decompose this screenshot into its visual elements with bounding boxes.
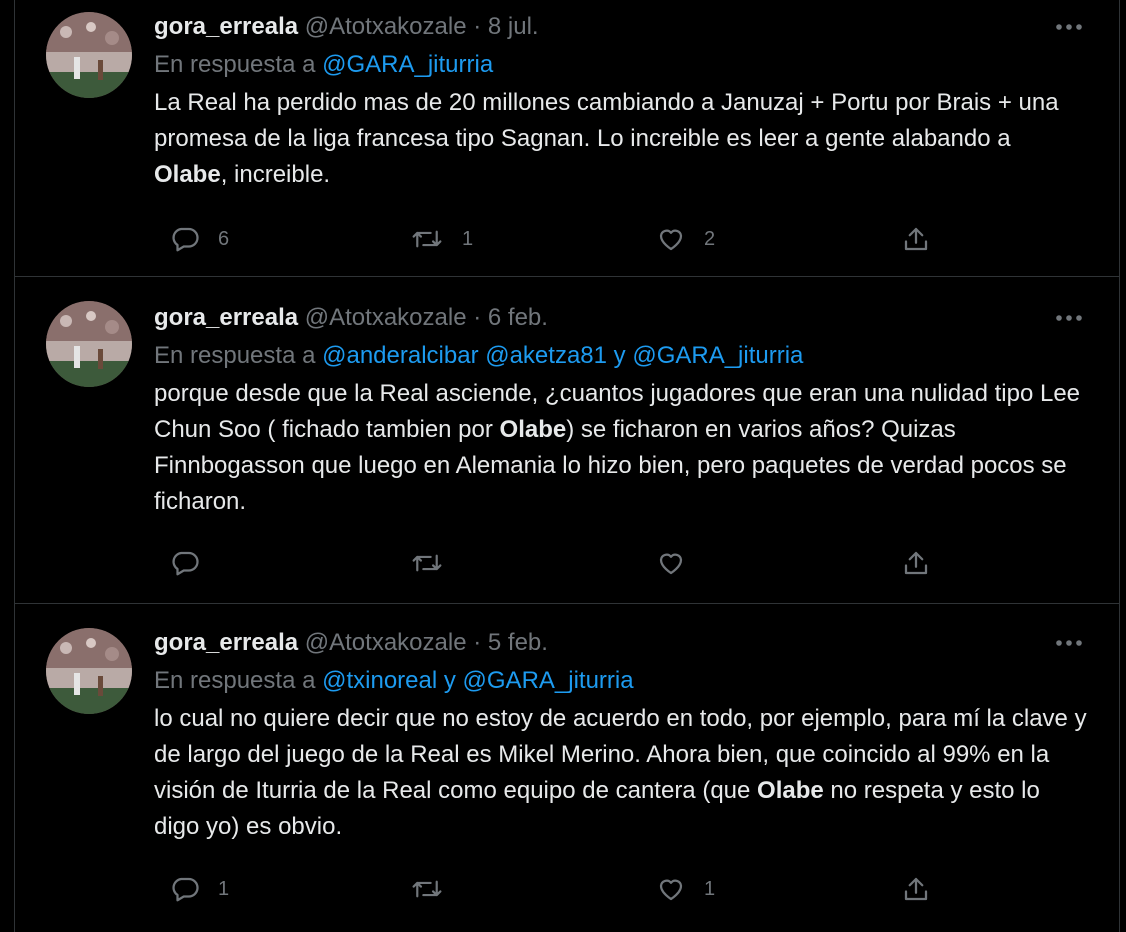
speech-bubble-icon (170, 224, 200, 254)
tweet-date[interactable]: 8 jul. (488, 13, 539, 40)
tweet[interactable]: gora_erreala @Atotxakozale · 5 feb. En r… (15, 604, 1119, 932)
reply-mentions[interactable]: @anderalcibar @aketza81 y @GARA_jiturria (322, 342, 803, 369)
reply-context: En respuesta a @anderalcibar @aketza81 y… (154, 341, 1089, 371)
tweet-header: gora_erreala @Atotxakozale · 6 feb. (154, 303, 1089, 333)
tweet-text-bold: Olabe (499, 416, 567, 443)
action-bar: 1 1 (170, 872, 950, 906)
display-name[interactable]: gora_erreala (154, 629, 298, 656)
avatar[interactable] (46, 12, 132, 98)
separator-dot: · (473, 13, 482, 40)
tweet-text-bold: Olabe (757, 777, 824, 804)
tweet-text: porque desde que la Real asciende, ¿cuan… (154, 376, 1089, 520)
like-button[interactable]: 1 (656, 872, 715, 906)
retweet-button[interactable] (410, 546, 462, 580)
separator-dot: · (473, 304, 482, 331)
like-count: 2 (704, 227, 716, 250)
retweet-arrows-icon (410, 548, 444, 578)
retweet-arrows-icon (410, 224, 444, 254)
tweet-header: gora_erreala @Atotxakozale · 8 jul. (154, 12, 1089, 42)
user-handle[interactable]: @Atotxakozale (305, 13, 467, 40)
tweet-text-bold: Olabe (154, 161, 221, 188)
reply-count: 6 (218, 227, 230, 250)
like-button[interactable]: 2 (656, 222, 715, 256)
retweet-count: 1 (462, 227, 474, 250)
reply-context: En respuesta a @GARA_jiturria (154, 50, 1089, 80)
tweet[interactable]: gora_erreala @Atotxakozale · 6 feb. En r… (15, 277, 1119, 604)
separator-dot: · (473, 629, 482, 656)
upload-share-icon (901, 224, 931, 254)
more-options-button[interactable] (1049, 628, 1089, 658)
action-bar (170, 546, 950, 580)
share-button[interactable] (901, 222, 931, 256)
heart-outline-icon (656, 224, 686, 254)
timeline: gora_erreala @Atotxakozale · 8 jul. En r… (14, 0, 1120, 932)
heart-outline-icon (656, 548, 686, 578)
share-button[interactable] (901, 872, 931, 906)
tweet-text: lo cual no quiere decir que no estoy de … (154, 701, 1089, 845)
avatar[interactable] (46, 301, 132, 387)
action-bar: 6 1 2 (170, 222, 950, 256)
share-button[interactable] (901, 546, 931, 580)
tweet-header: gora_erreala @Atotxakozale · 5 feb. (154, 628, 1089, 658)
reply-prefix: En respuesta a (154, 342, 316, 369)
tweet-text: La Real ha perdido mas de 20 millones ca… (154, 85, 1089, 193)
speech-bubble-icon (170, 874, 200, 904)
display-name[interactable]: gora_erreala (154, 13, 298, 40)
avatar[interactable] (46, 628, 132, 714)
reply-button[interactable]: 6 (170, 222, 229, 256)
reply-mentions[interactable]: @txinoreal y @GARA_jiturria (322, 667, 633, 694)
tweet[interactable]: gora_erreala @Atotxakozale · 8 jul. En r… (15, 0, 1119, 277)
user-handle[interactable]: @Atotxakozale (305, 304, 467, 331)
retweet-button[interactable]: 1 (410, 222, 473, 256)
upload-share-icon (901, 548, 931, 578)
like-count: 1 (704, 877, 716, 900)
more-options-button[interactable] (1049, 12, 1089, 42)
three-dots-icon (1055, 639, 1083, 647)
reply-prefix: En respuesta a (154, 51, 316, 78)
three-dots-icon (1055, 314, 1083, 322)
reply-count: 1 (218, 877, 230, 900)
display-name[interactable]: gora_erreala (154, 304, 298, 331)
tweet-text-part: , increible. (220, 161, 331, 188)
reply-prefix: En respuesta a (154, 667, 316, 694)
reply-button[interactable] (170, 546, 218, 580)
tweet-date[interactable]: 5 feb. (488, 629, 548, 656)
user-handle[interactable]: @Atotxakozale (305, 629, 467, 656)
reply-button[interactable]: 1 (170, 872, 229, 906)
reply-context: En respuesta a @txinoreal y @GARA_jiturr… (154, 666, 1089, 696)
reply-mentions[interactable]: @GARA_jiturria (322, 51, 493, 78)
speech-bubble-icon (170, 548, 200, 578)
upload-share-icon (901, 874, 931, 904)
heart-outline-icon (656, 874, 686, 904)
three-dots-icon (1055, 23, 1083, 31)
retweet-arrows-icon (410, 874, 444, 904)
more-options-button[interactable] (1049, 303, 1089, 333)
tweet-text-part: La Real ha perdido mas de 20 millones ca… (154, 89, 1059, 152)
like-button[interactable] (656, 546, 704, 580)
tweet-date[interactable]: 6 feb. (488, 304, 548, 331)
retweet-button[interactable] (410, 872, 462, 906)
